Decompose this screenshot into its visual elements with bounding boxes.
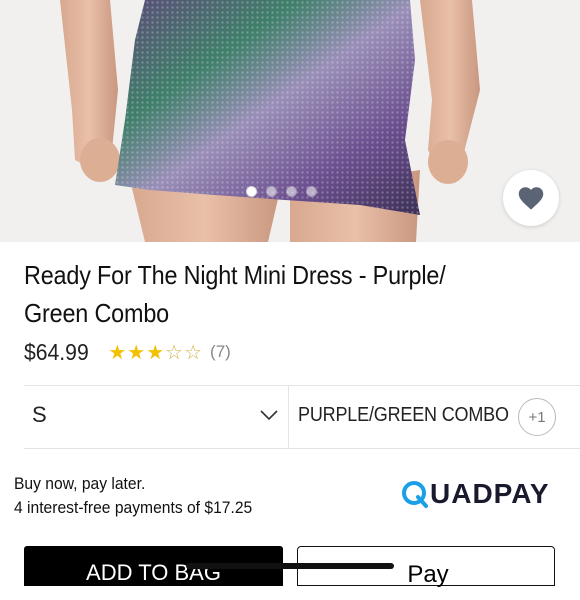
review-count[interactable]: (7)	[210, 342, 231, 362]
star-empty-icon: ☆	[184, 341, 203, 364]
star-filled-icon: ★	[127, 341, 146, 364]
carousel-dot[interactable]	[286, 186, 297, 197]
divider	[288, 386, 289, 448]
quadpay-wordmark: UADPAY	[430, 478, 550, 509]
price-rating-row: $64.99 ★ ★ ★ ☆ ☆ (7)	[24, 336, 231, 368]
chevron-down-icon[interactable]	[260, 408, 278, 422]
carousel-dot[interactable]	[246, 186, 257, 197]
home-indicator	[186, 563, 394, 569]
more-colors-button[interactable]: +1	[518, 398, 556, 436]
favorite-button[interactable]	[503, 170, 559, 226]
heart-icon	[518, 187, 544, 210]
carousel-dot[interactable]	[266, 186, 277, 197]
quadpay-q-icon	[402, 481, 428, 508]
color-select[interactable]: PURPLE/GREEN COMBO	[298, 404, 509, 427]
bnpl-installments: 4 interest-free payments of $17.25	[14, 498, 253, 517]
carousel-dot[interactable]	[306, 186, 317, 197]
bnpl-headline: Buy now, pay later.	[14, 474, 146, 493]
product-image-carousel[interactable]	[0, 0, 580, 242]
rating-stars[interactable]: ★ ★ ★ ☆ ☆	[108, 340, 202, 365]
star-filled-icon: ★	[146, 341, 165, 364]
carousel-dots	[246, 186, 317, 197]
apple-pay-label: Pay	[407, 561, 449, 588]
star-empty-icon: ☆	[165, 341, 184, 364]
product-photo	[60, 0, 480, 242]
quadpay-logo[interactable]: UADPAY	[400, 478, 550, 510]
size-select[interactable]: S	[32, 402, 47, 428]
product-title: Ready For The Night Mini Dress - Purple/…	[24, 260, 446, 328]
variant-selectors: S PURPLE/GREEN COMBO +1	[24, 385, 580, 449]
star-filled-icon: ★	[108, 341, 127, 364]
product-price: $64.99	[24, 338, 89, 365]
